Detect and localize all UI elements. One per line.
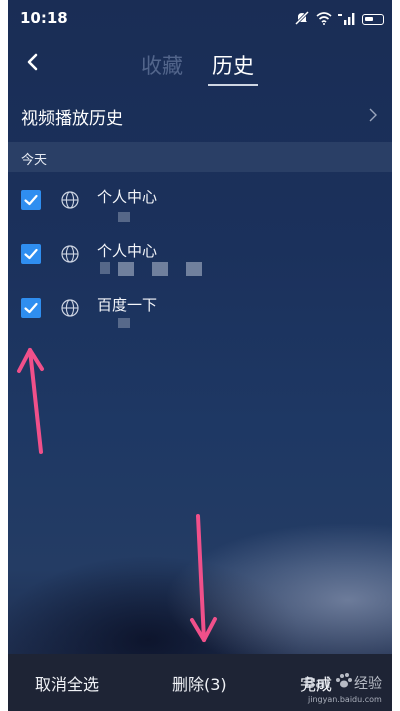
item-title: 百度一下 bbox=[97, 296, 158, 314]
screen: 10:18 收藏 历史 视频播放历史 今天 个人中心 个人中心 百度一下 取消全… bbox=[8, 0, 392, 711]
arrow-up-to-checkboxes bbox=[17, 348, 44, 454]
bottom-action-bar: 取消全选 删除(3) 完成 Bai 经验 jingyan.baidu.com bbox=[8, 654, 392, 711]
status-icons bbox=[294, 10, 384, 29]
blurred-url bbox=[118, 318, 130, 328]
globe-icon bbox=[61, 191, 79, 209]
blurred-url bbox=[118, 262, 134, 276]
checkbox[interactable] bbox=[21, 298, 41, 318]
checkbox[interactable] bbox=[21, 244, 41, 264]
list-item[interactable]: 百度一下 bbox=[8, 286, 392, 340]
status-time: 10:18 bbox=[20, 9, 68, 27]
globe-icon bbox=[61, 245, 79, 263]
video-history-row[interactable]: 视频播放历史 bbox=[8, 96, 392, 136]
list-item[interactable]: 个人中心 bbox=[8, 232, 392, 286]
watermark-url: jingyan.baidu.com bbox=[307, 695, 382, 704]
arrow-down-to-delete bbox=[190, 514, 217, 642]
chevron-left-icon bbox=[27, 53, 38, 71]
video-history-label: 视频播放历史 bbox=[21, 109, 123, 129]
back-button[interactable] bbox=[14, 46, 50, 78]
active-tab-indicator bbox=[208, 84, 258, 86]
blurred-url bbox=[186, 262, 202, 276]
checkmark-icon bbox=[24, 194, 38, 206]
delete-button[interactable]: 删除(3) bbox=[172, 671, 227, 695]
checkbox[interactable] bbox=[21, 190, 41, 210]
battery-icon bbox=[362, 14, 384, 25]
globe-icon bbox=[61, 299, 79, 317]
baidu-paw-logo: Bai 经验 jingyan.baidu.com bbox=[304, 673, 382, 704]
item-title: 个人中心 bbox=[97, 242, 158, 260]
checkmark-icon bbox=[24, 302, 38, 314]
wifi-icon bbox=[316, 10, 332, 29]
tab-favorites[interactable]: 收藏 bbox=[141, 50, 183, 80]
checkmark-icon bbox=[24, 248, 38, 260]
watermark-suffix: 经验 bbox=[354, 676, 382, 692]
section-label: 今天 bbox=[21, 153, 48, 168]
tab-history[interactable]: 历史 bbox=[212, 50, 254, 80]
blurred-url bbox=[118, 212, 130, 222]
blurred-url bbox=[100, 262, 110, 274]
section-header-today: 今天 bbox=[8, 142, 392, 172]
status-bar: 10:18 bbox=[8, 0, 392, 36]
baidu-jingyan-watermark: Bai 经验 jingyan.baidu.com bbox=[304, 672, 384, 710]
chevron-right-icon bbox=[369, 108, 377, 122]
item-title: 个人中心 bbox=[97, 188, 158, 206]
blurred-url bbox=[152, 262, 168, 276]
watermark-brand: Bai bbox=[304, 674, 331, 692]
signal-icon bbox=[338, 10, 356, 29]
mute-icon bbox=[294, 10, 310, 29]
deselect-all-button[interactable]: 取消全选 bbox=[35, 671, 99, 695]
header: 收藏 历史 bbox=[8, 36, 392, 88]
list-item[interactable]: 个人中心 bbox=[8, 178, 392, 232]
